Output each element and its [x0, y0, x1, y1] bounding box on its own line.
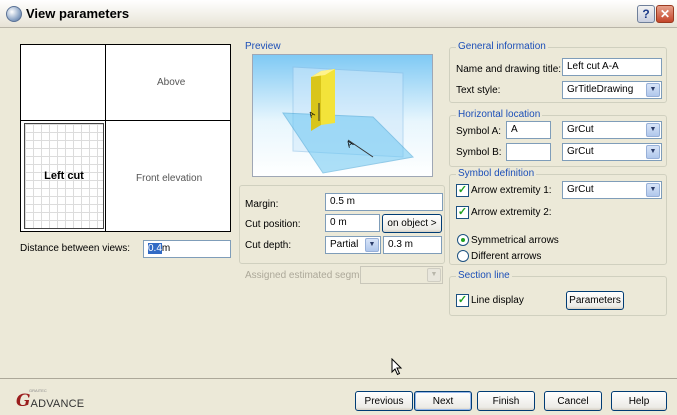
- arrow-extremity-2-checkbox[interactable]: ✓: [456, 206, 469, 219]
- parameters-button[interactable]: Parameters: [566, 291, 624, 310]
- text-style-label: Text style:: [456, 85, 501, 96]
- symbol-a-label: Symbol A:: [456, 126, 502, 137]
- on-object-button[interactable]: on object >: [382, 214, 442, 233]
- view-layout-selector: Above Left cut Front elevation: [20, 44, 231, 232]
- chevron-down-icon[interactable]: ▼: [646, 123, 660, 137]
- previous-button[interactable]: Previous: [355, 391, 413, 411]
- layout-divider-vertical: [105, 45, 106, 231]
- preview-3d-view: A A: [252, 54, 433, 177]
- arrow-extremity-2-label: Arrow extremity 2:: [471, 207, 552, 218]
- chevron-down-icon[interactable]: ▼: [646, 145, 660, 159]
- cut-depth-label: Cut depth:: [245, 240, 292, 251]
- distance-label: Distance between views:: [20, 243, 131, 254]
- preview-title: Preview: [245, 41, 281, 52]
- next-button[interactable]: Next: [414, 391, 472, 411]
- general-information-title: General information: [456, 41, 548, 52]
- cut-depth-mode-select[interactable]: Partial ▼: [325, 236, 381, 254]
- symbol-b-style-value: GrCut: [567, 146, 594, 157]
- chevron-down-icon: ▼: [427, 268, 441, 282]
- arrow-extremity-1-checkbox[interactable]: ✓: [456, 184, 469, 197]
- symbol-a-field[interactable]: A: [506, 121, 551, 139]
- arrow-extremity-1-style-value: GrCut: [567, 184, 594, 195]
- layout-cell-left-cut-label: Left cut: [44, 170, 84, 182]
- cut-depth-mode-value: Partial: [330, 239, 359, 250]
- line-display-checkbox[interactable]: ✓: [456, 294, 469, 307]
- margin-field[interactable]: 0.5 m: [325, 193, 443, 211]
- different-arrows-label: Different arrows: [471, 251, 542, 262]
- graitec-advance-logo: GRAITEC G ADVANCE: [16, 388, 85, 411]
- drawing-title-field[interactable]: Left cut A-A: [562, 58, 662, 76]
- margin-label: Margin:: [245, 199, 279, 210]
- chevron-down-icon[interactable]: ▼: [646, 183, 660, 197]
- symbol-b-field[interactable]: [506, 143, 551, 161]
- drawing-title-label: Name and drawing title:: [456, 64, 562, 75]
- symbol-a-style-value: GrCut: [567, 124, 594, 135]
- cut-position-field[interactable]: 0 m: [325, 214, 380, 232]
- app-icon: [6, 5, 22, 22]
- different-arrows-radio[interactable]: [457, 250, 469, 262]
- footer-divider: [0, 378, 677, 379]
- arrow-extremity-1-label: Arrow extremity 1:: [471, 185, 552, 196]
- symbol-definition-title: Symbol definition: [456, 168, 537, 179]
- help-title-button[interactable]: ?: [637, 5, 655, 23]
- help-button[interactable]: Help: [611, 391, 667, 411]
- layout-cell-above[interactable]: Above: [157, 77, 185, 88]
- cut-position-label: Cut position:: [245, 219, 301, 230]
- title-bar: View parameters ? ✕: [0, 0, 677, 28]
- assigned-segment-label: Assigned estimated segment: [245, 270, 374, 281]
- finish-button[interactable]: Finish: [477, 391, 535, 411]
- horizontal-location-title: Horizontal location: [456, 109, 543, 120]
- layout-divider-horizontal: [21, 120, 230, 121]
- cancel-button[interactable]: Cancel: [544, 391, 602, 411]
- symmetrical-arrows-radio[interactable]: [457, 234, 469, 246]
- logo-graitec-text: GRAITEC: [29, 388, 47, 393]
- distance-unit: m: [161, 243, 171, 254]
- layout-cell-front-elevation[interactable]: Front elevation: [136, 173, 202, 184]
- layout-cell-left-cut[interactable]: Left cut: [24, 123, 104, 229]
- window-title: View parameters: [26, 6, 130, 21]
- arrow-extremity-1-style-select[interactable]: GrCut ▼: [562, 181, 662, 199]
- close-button[interactable]: ✕: [656, 5, 674, 23]
- line-display-label: Line display: [471, 295, 524, 306]
- cut-preview-illustration: A A: [282, 66, 415, 174]
- symmetrical-arrows-label: Symmetrical arrows: [471, 235, 559, 246]
- chevron-down-icon[interactable]: ▼: [646, 83, 660, 97]
- distance-field[interactable]: 0.4m: [143, 240, 231, 258]
- logo-advance-text: ADVANCE: [30, 398, 85, 410]
- symbol-b-style-select[interactable]: GrCut ▼: [562, 143, 662, 161]
- cut-depth-field[interactable]: 0.3 m: [383, 236, 442, 254]
- section-line-title: Section line: [456, 270, 512, 281]
- distance-value: 0.4: [148, 243, 162, 254]
- text-style-value: GrTitleDrawing: [567, 84, 634, 95]
- mouse-cursor-icon: [391, 358, 403, 376]
- text-style-select[interactable]: GrTitleDrawing ▼: [562, 81, 662, 99]
- assigned-segment-select: ▼: [360, 266, 443, 284]
- symbol-a-style-select[interactable]: GrCut ▼: [562, 121, 662, 139]
- chevron-down-icon[interactable]: ▼: [365, 238, 379, 252]
- symbol-b-label: Symbol B:: [456, 147, 502, 158]
- logo-g: G: [16, 391, 31, 411]
